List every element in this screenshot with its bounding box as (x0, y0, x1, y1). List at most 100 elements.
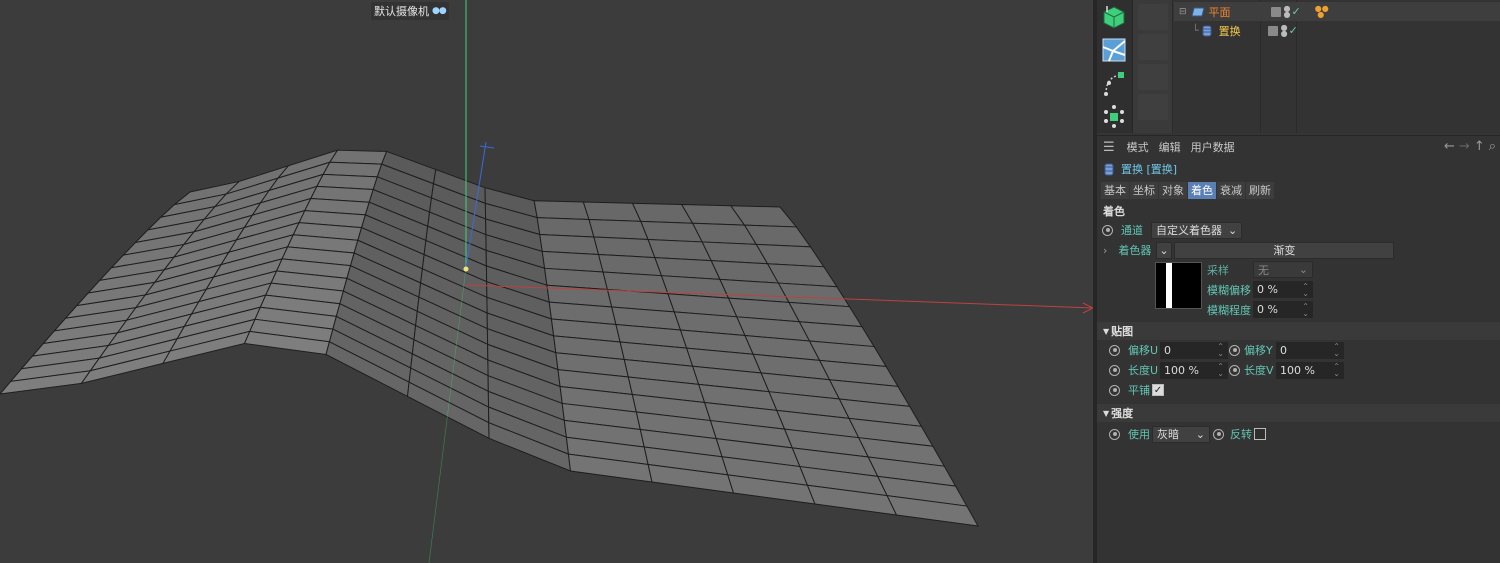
toolbar-slot[interactable] (1138, 64, 1168, 90)
animate-invert-radio[interactable] (1213, 428, 1224, 440)
toolbar-slot[interactable] (1138, 4, 1168, 30)
section-title: 着色 (1103, 205, 1125, 218)
deformer-tool-button[interactable] (1097, 33, 1131, 66)
offset-u-field[interactable]: 0 ⌃ ⌄ (1160, 341, 1228, 359)
length-u-field[interactable]: 100 % ⌃ ⌄ (1160, 361, 1228, 379)
expand-arrow-icon[interactable]: › (1103, 244, 1107, 257)
animate-channel-radio[interactable] (1102, 224, 1113, 236)
tab-basic[interactable]: 基本 (1101, 181, 1129, 199)
camera-label-text: 默认摄像机 (374, 5, 429, 18)
blur-scale-label: 模糊程度 (1207, 303, 1251, 317)
spinner-icon[interactable]: ⌃ ⌄ (1302, 282, 1309, 297)
tile-checkbox[interactable]: ✓ (1152, 384, 1164, 396)
toolbar-slot[interactable] (1138, 94, 1168, 120)
mapping-group-header[interactable]: ▼ 贴图 (1097, 322, 1500, 340)
animate-use-radio[interactable] (1109, 428, 1120, 440)
visibility-dots-icon[interactable]: ● ● (1284, 4, 1291, 18)
channel-label: 通道 (1121, 224, 1143, 237)
offset-v-field[interactable]: 0 ⌃ ⌄ (1276, 341, 1344, 359)
spinner-icon[interactable]: ⌃ ⌄ (1333, 363, 1340, 378)
camera-label[interactable]: 默认摄像机 ●● (371, 2, 449, 20)
object-row-displacer[interactable]: └ 置换 ● ● ✓ (1174, 21, 1500, 40)
collapse-toggle-icon[interactable]: ⊟ (1179, 7, 1187, 17)
object-title: 置换 [置换] (1121, 163, 1178, 176)
spline-tool-button[interactable] (1097, 66, 1131, 99)
shader-menu-button[interactable]: ⌄ (1156, 241, 1173, 259)
chevron-down-icon: ⌄ (1298, 263, 1308, 276)
blur-offset-field[interactable]: 0 % ⌃ ⌄ (1253, 281, 1313, 298)
editor-visibility-icon[interactable] (1270, 6, 1281, 17)
offset-v-value: 0 (1280, 343, 1287, 357)
tile-row: 平铺 ✓ (1097, 380, 1500, 400)
collapse-triangle-icon: ▼ (1103, 408, 1110, 418)
mapping-title: 贴图 (1111, 325, 1134, 338)
chevron-down-icon: ⌄ (1159, 243, 1169, 257)
blur-scale-field[interactable]: 0 % ⌃ ⌄ (1253, 301, 1313, 318)
tab-refresh[interactable]: 刷新 (1246, 181, 1274, 199)
strength-group-header[interactable]: ▼ 强度 (1097, 404, 1500, 422)
spinner-icon[interactable]: ⌃ ⌄ (1217, 343, 1224, 358)
gradient-preview[interactable] (1155, 262, 1202, 309)
menu-edit[interactable]: 编辑 (1159, 139, 1181, 155)
shader-preview-block: 采样 无 ⌄ 模糊偏移 0 % ⌃ ⌄ 模糊程度 0 % ⌃ ⌄ (1097, 260, 1500, 320)
channel-dropdown[interactable]: 自定义着色器 ⌄ (1151, 221, 1243, 239)
array-tool-button[interactable] (1097, 99, 1131, 132)
use-value: 灰暗 (1157, 428, 1179, 441)
offset-v-label: 偏移Y (1244, 344, 1273, 357)
spinner-icon[interactable]: ⌃ ⌄ (1333, 343, 1340, 358)
length-v-field[interactable]: 100 % ⌃ ⌄ (1276, 361, 1344, 379)
tab-falloff[interactable]: 衰减 (1217, 181, 1245, 199)
use-label: 使用 (1128, 428, 1150, 441)
hierarchy-line: └ (1192, 24, 1199, 37)
invert-label: 反转 (1230, 428, 1252, 441)
length-v-label: 长度V (1244, 364, 1274, 377)
tag-icon[interactable]: ●● ● (1315, 4, 1329, 18)
attribute-tabs: 基本 坐标 对象 着色 衰减 刷新 (1097, 180, 1500, 200)
displacer-icon (1104, 163, 1114, 175)
array-icon (1104, 104, 1124, 128)
editor-visibility-icon[interactable] (1267, 25, 1278, 36)
chevron-down-icon: ⌄ (1195, 427, 1205, 441)
back-arrow-icon[interactable]: ← (1444, 139, 1455, 154)
forward-arrow-icon[interactable]: → (1459, 139, 1470, 154)
object-name: 平面 (1208, 5, 1231, 19)
tab-coordinates[interactable]: 坐标 (1130, 181, 1158, 199)
length-row: 长度U 100 % ⌃ ⌄ 长度V 100 % ⌃ ⌄ (1097, 360, 1500, 380)
channel-value: 自定义着色器 (1156, 224, 1222, 237)
chevron-down-icon: ⌄ (1228, 223, 1238, 237)
tab-object[interactable]: 对象 (1159, 181, 1187, 199)
cube-tool-button[interactable] (1097, 0, 1131, 33)
sampling-label: 采样 (1207, 263, 1229, 277)
toolbar-slot[interactable] (1138, 34, 1168, 60)
shader-button[interactable]: 渐变 (1174, 241, 1395, 259)
up-arrow-icon[interactable]: ↑ (1474, 139, 1485, 154)
invert-checkbox[interactable] (1254, 428, 1266, 440)
search-icon[interactable]: ⌕ (1489, 139, 1496, 154)
enabled-check-icon[interactable]: ✓ (1292, 5, 1301, 18)
menu-user-data[interactable]: 用户数据 (1191, 139, 1235, 155)
spinner-icon[interactable]: ⌃ ⌄ (1217, 363, 1224, 378)
3d-viewport[interactable]: 默认摄像机 ●● (0, 0, 1093, 563)
tab-shading[interactable]: 着色 (1188, 181, 1216, 199)
object-row-plane[interactable]: ⊟ 平面 ● ● ✓ ●● ● (1174, 2, 1500, 21)
hamburger-icon[interactable]: ☰ (1103, 140, 1115, 155)
secondary-toolbar (1133, 0, 1173, 133)
animate-tile-radio[interactable] (1109, 384, 1120, 396)
enabled-check-icon[interactable]: ✓ (1289, 24, 1298, 37)
sampling-value: 无 (1258, 263, 1269, 277)
animate-offset-v-radio[interactable] (1229, 344, 1240, 356)
strength-title: 强度 (1111, 407, 1134, 420)
spinner-icon[interactable]: ⌃ ⌄ (1302, 302, 1309, 317)
offset-row: 偏移U 0 ⌃ ⌄ 偏移Y 0 ⌃ ⌄ (1097, 340, 1500, 360)
spline-icon (1104, 71, 1124, 96)
animate-length-v-radio[interactable] (1229, 364, 1240, 376)
visibility-dots-icon[interactable]: ● ● (1281, 23, 1288, 37)
use-row: 使用 灰暗 ⌄ 反转 (1097, 424, 1500, 444)
sampling-dropdown[interactable]: 无 ⌄ (1253, 261, 1313, 278)
animate-offset-u-radio[interactable] (1109, 344, 1120, 356)
menu-mode[interactable]: 模式 (1127, 139, 1149, 155)
shader-label: 着色器 (1118, 244, 1152, 257)
animate-length-u-radio[interactable] (1109, 364, 1120, 376)
object-manager: ⊟ 平面 ● ● ✓ ●● ● └ 置换 ● ● ✓ (1174, 0, 1500, 133)
use-dropdown[interactable]: 灰暗 ⌄ (1152, 425, 1210, 443)
